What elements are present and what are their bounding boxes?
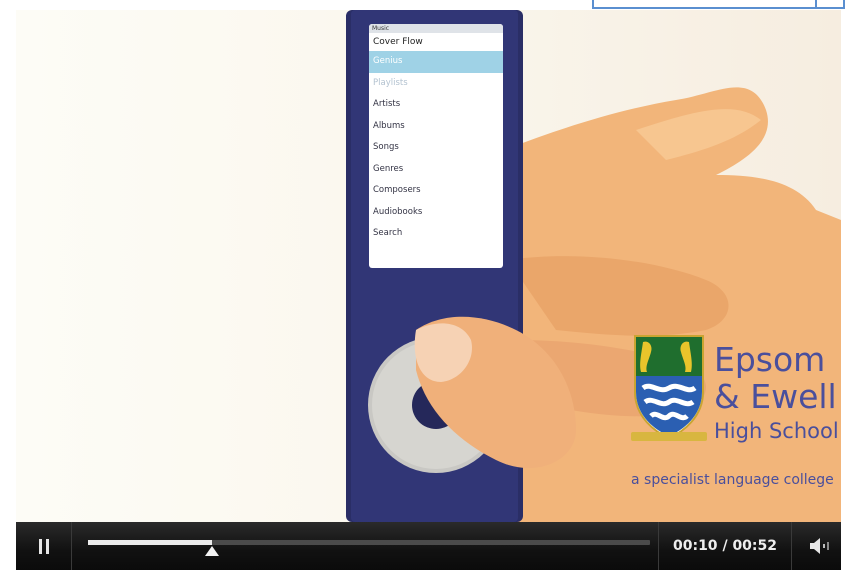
ipod-menu-item: Playlists: [373, 77, 408, 88]
ipod-menu-title: Cover Flow: [373, 37, 423, 47]
ipod-menu-item: Artists: [373, 99, 401, 109]
ipod-menu-item: Composers: [373, 185, 421, 195]
ipod-menu-item: Albums: [373, 120, 405, 131]
school-logo: Epsom & Ewell High School a specialist l…: [631, 332, 841, 507]
current-time: 00:10: [672, 538, 718, 554]
seek-bar[interactable]: [88, 540, 650, 545]
volume-icon[interactable]: [808, 536, 834, 556]
ipod-screen: Music Cover Flow Genius Playlists Artists A…: [369, 24, 503, 268]
ipod-menu-item: Search: [373, 228, 403, 238]
logo-line-2: & Ewell: [714, 377, 837, 416]
toolbar-divider: [815, 0, 817, 7]
time-separator: /: [722, 538, 728, 554]
ipod-status-bar: Music: [369, 24, 503, 33]
player-controls: 00:10 / 00:52: [16, 522, 841, 570]
logo-line-3: High School: [714, 419, 839, 443]
video-frame[interactable]: Music Cover Flow Genius Playlists Artists A…: [16, 10, 841, 522]
seek-thumb[interactable]: [204, 546, 219, 556]
ipod-menu-item: Genres: [373, 163, 404, 174]
seek-bar-played: [88, 540, 212, 545]
logo-line-1: Epsom: [714, 340, 826, 379]
ipod-menu-item: Audiobooks: [373, 206, 423, 217]
pause-button[interactable]: [16, 522, 72, 570]
school-crest-icon: [631, 335, 707, 441]
time-display: 00:10 / 00:52: [658, 522, 792, 570]
pause-icon: [38, 538, 49, 554]
ipod-menu-item: Songs: [373, 142, 399, 152]
duration: 00:52: [732, 538, 778, 554]
ipod-menu-item: Genius: [369, 51, 503, 73]
top-toolbar-frame: [592, 0, 845, 9]
logo-tagline: a specialist language college: [631, 472, 834, 488]
